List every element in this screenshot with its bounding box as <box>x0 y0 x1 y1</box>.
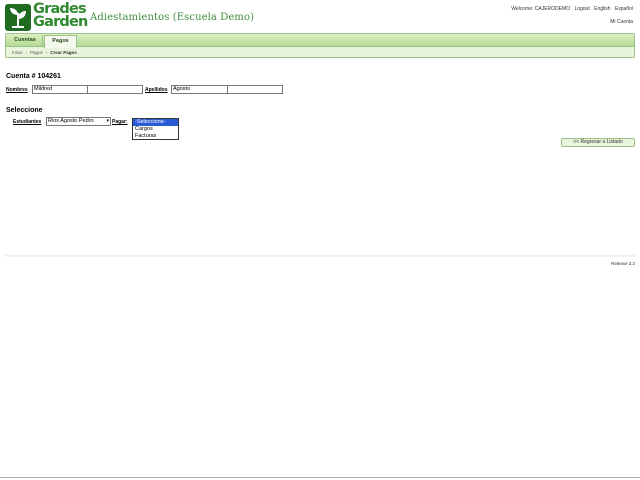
chevron-right-icon: › <box>25 50 28 55</box>
logo-text-line2: Garden <box>33 14 88 30</box>
breadcrumb-pagos[interactable]: Pagos <box>30 50 43 55</box>
student-select[interactable]: Rios Agosto Pedro ▾ <box>46 117 111 126</box>
student-select-value: Rios Agosto Pedro <box>48 118 94 124</box>
release-text: Release 3.2 <box>610 261 635 266</box>
tab-cuentas[interactable]: Cuentas <box>8 35 43 47</box>
tab-pagos[interactable]: Pagos <box>44 35 77 48</box>
apellido-field-1[interactable]: Agosto <box>171 85 228 94</box>
english-link[interactable]: English <box>594 6 610 12</box>
breadcrumb-inicio[interactable]: Inicio <box>12 50 23 55</box>
estudiantes-label: Estudiantes <box>13 119 42 125</box>
chevron-down-icon: ▾ <box>106 118 109 124</box>
mi-cuenta-link[interactable]: Mi Cuenta <box>610 19 633 25</box>
breadcrumb: Inicio › Pagos › Crear Pagos <box>12 50 77 55</box>
pagar-option-cargos[interactable]: Cargos <box>133 126 178 133</box>
apellido-field-2[interactable] <box>227 85 283 94</box>
footer-divider <box>5 255 635 257</box>
nombre-field-1[interactable]: Mildred <box>32 85 88 94</box>
breadcrumb-crear-pagos: Crear Pagos <box>50 50 77 55</box>
logout-link[interactable]: Logout <box>574 6 589 12</box>
top-links: Welcome: CAJERODEMO Logout English Españ… <box>508 6 633 12</box>
apellidos-label: Apellidos <box>145 87 168 93</box>
pagar-option-seleccione[interactable]: -Seleccione- <box>133 119 178 126</box>
chevron-right-icon: › <box>45 50 48 55</box>
leaf-icon <box>5 4 31 31</box>
pagar-listbox[interactable]: -Seleccione- Cargos Facturas <box>132 118 179 140</box>
welcome-text: Welcome: CAJERODEMO <box>511 6 571 12</box>
nombre-field-2[interactable] <box>87 85 143 94</box>
account-title: Cuenta # 104261 <box>6 73 61 80</box>
back-to-list-button[interactable]: << Regresar a Listado <box>561 138 635 147</box>
pagar-label: Pagar: <box>112 119 128 125</box>
tab-strip: Cuentas Pagos <box>6 34 634 48</box>
main-navbar: Cuentas Pagos Inicio › Pagos › Crear Pagos <box>5 33 635 58</box>
pagar-option-facturas[interactable]: Facturas <box>133 133 178 140</box>
grades-garden-logo[interactable]: Grades Garden <box>5 2 88 32</box>
logo-text: Grades Garden <box>33 2 88 30</box>
bottom-border <box>0 477 640 478</box>
espanol-link[interactable]: Español <box>615 6 633 12</box>
section-title: Seleccione <box>6 107 43 114</box>
school-title: Adiestamientos (Escuela Demo) <box>90 12 255 23</box>
nombres-label: Nombres <box>6 87 28 93</box>
